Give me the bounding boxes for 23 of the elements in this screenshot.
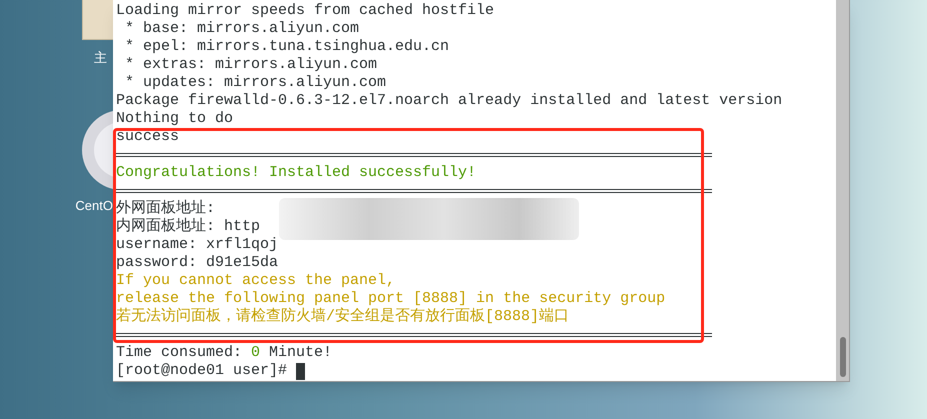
scrollbar[interactable]	[836, 0, 849, 381]
terminal-line: release the following panel port [8888] in the security group	[116, 290, 666, 307]
terminal-line: * extras: mirrors.aliyun.com	[124, 56, 378, 74]
terminal-line: Loading mirror speeds from cached hostfile	[116, 2, 494, 20]
terminal-line: 若无法访问面板，请检查防火墙/安全组是否有放行面板[8888]端口	[116, 308, 570, 326]
terminal-line: success	[116, 128, 180, 146]
terminal-line: Time consumed: 0 Minute!	[116, 344, 332, 362]
folder-icon[interactable]	[82, 0, 113, 40]
terminal-line: Congratulations! Installed successfully!	[116, 164, 476, 182]
terminal-line: * base: mirrors.aliyun.com	[124, 20, 360, 38]
icon-label: CentO	[75, 198, 113, 213]
terminal-line: Nothing to do	[116, 110, 234, 128]
terminal-line: username: xrfl1qoj	[116, 236, 278, 254]
terminal-line: * updates: mirrors.aliyun.com	[124, 74, 386, 92]
terminal-line: * epel: mirrors.tuna.tsinghua.edu.cn	[124, 38, 450, 56]
icon-label: 主	[94, 50, 107, 65]
terminal-line: Package firewalld-0.6.3-12.el7.noarch already installed and latest version	[116, 92, 782, 110]
terminal-line: If you cannot access the panel,	[116, 272, 396, 290]
terminal-line: password: d91e15da	[116, 254, 278, 272]
terminal-line: 外网面板地址:	[116, 200, 216, 218]
cursor	[296, 362, 306, 380]
terminal-line: 内网面板地址: http	[116, 218, 260, 236]
shell-prompt: [root@node01 user]#	[116, 362, 288, 380]
